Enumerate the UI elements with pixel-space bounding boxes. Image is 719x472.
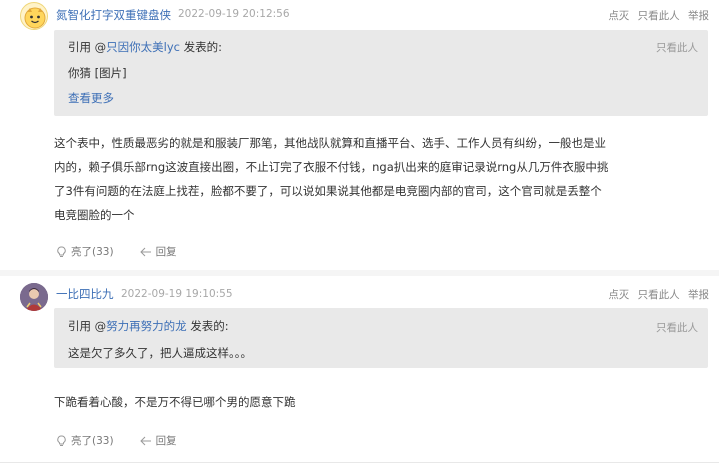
quoted-username[interactable]: 努力再努力的龙 <box>106 319 187 333</box>
comment-actions: 点灭 只看此人 举报 <box>603 8 709 23</box>
comment-footer: 亮了(33) 回复 <box>56 244 177 259</box>
only-this-user-button[interactable]: 只看此人 <box>638 289 680 301</box>
timestamp: 2022-09-19 19:10:55 <box>121 288 233 300</box>
quote-body: 你猜 [图片] <box>68 66 127 80</box>
username[interactable]: 氮智化打字双重键盘侠 <box>56 7 171 23</box>
view-more-link[interactable]: 查看更多 <box>68 90 114 106</box>
quote-prefix: 引用 @ <box>68 40 107 54</box>
report-button[interactable]: 举报 <box>688 10 709 22</box>
comment-line: 了3件有问题的在法庭上找茬，脸都不要了，可以说如果说其他都是电竞圈内部的官司，这… <box>54 184 602 198</box>
dislike-button[interactable]: 点灭 <box>608 10 629 22</box>
quote-body: 这是欠了多久了，把人逼成这样。。。 <box>68 346 252 360</box>
comment-footer: 亮了(33) 回复 <box>56 433 177 448</box>
like-button[interactable]: 亮了(33) <box>56 433 114 448</box>
quote-only-this-user-button[interactable]: 只看此人 <box>656 40 698 55</box>
reply-label: 回复 <box>155 435 177 447</box>
lightbulb-icon <box>57 434 66 446</box>
comment-line: 下跪看着心酸，不是万不得已哪个男的愿意下跪 <box>54 395 296 409</box>
reply-arrow-icon <box>139 436 151 445</box>
quote-suffix: 发表的: <box>179 40 223 54</box>
like-count: 亮了(33) <box>71 246 114 258</box>
comment-line: 这个表中，性质最恶劣的就是和服装厂那笔，其他战队就算和直播平台、选手、工作人员有… <box>54 136 606 150</box>
reply-label: 回复 <box>155 246 177 258</box>
timestamp: 2022-09-19 20:12:56 <box>178 8 290 20</box>
dislike-button[interactable]: 点灭 <box>608 289 629 301</box>
only-this-user-button[interactable]: 只看此人 <box>638 10 680 22</box>
lightbulb-icon <box>57 245 66 257</box>
username[interactable]: 一比四比九 <box>56 286 114 302</box>
quote-block: 引用 @只因你太美lyc 发表的: 只看此人 你猜 [图片] 查看更多 <box>54 30 708 116</box>
comment-line: 内的，赖子俱乐部rng这波直接出圈，不止订完了衣服不付钱，nga扒出来的庭审记录… <box>54 160 609 174</box>
like-button[interactable]: 亮了(33) <box>56 244 114 259</box>
report-button[interactable]: 举报 <box>688 289 709 301</box>
quote-only-this-user-button[interactable]: 只看此人 <box>656 320 698 335</box>
reply-button[interactable]: 回复 <box>139 433 177 448</box>
reply-arrow-icon <box>139 247 151 256</box>
avatar[interactable] <box>20 2 48 30</box>
comment-card: 一比四比九 2022-09-19 19:10:55 点灭 只看此人 举报 引用 … <box>0 276 719 462</box>
reply-button[interactable]: 回复 <box>139 244 177 259</box>
avatar[interactable] <box>20 283 48 311</box>
cartoon-face-icon <box>24 7 46 29</box>
quote-block: 引用 @努力再努力的龙 发表的: 只看此人 这是欠了多久了，把人逼成这样。。。 <box>54 308 708 368</box>
quote-suffix: 发表的: <box>186 319 229 333</box>
quote-header: 引用 @只因你太美lyc 发表的: <box>68 39 222 55</box>
comment-actions: 点灭 只看此人 举报 <box>603 287 709 302</box>
quote-prefix: 引用 @ <box>68 319 107 333</box>
like-count: 亮了(33) <box>71 435 114 447</box>
quote-header: 引用 @努力再努力的龙 发表的: <box>68 318 229 334</box>
comment-line: 电竞圈脸的一个 <box>54 208 135 222</box>
comment-body: 下跪看着心酸，不是万不得已哪个男的愿意下跪 <box>54 390 614 414</box>
user-photo-icon <box>20 283 48 311</box>
comment-card: 氮智化打字双重键盘侠 2022-09-19 20:12:56 点灭 只看此人 举… <box>0 0 719 270</box>
quoted-username[interactable]: 只因你太美lyc <box>106 40 180 54</box>
comment-body: 这个表中，性质最恶劣的就是和服装厂那笔，其他战队就算和直播平台、选手、工作人员有… <box>54 131 614 227</box>
next-comment-edge <box>0 462 719 472</box>
